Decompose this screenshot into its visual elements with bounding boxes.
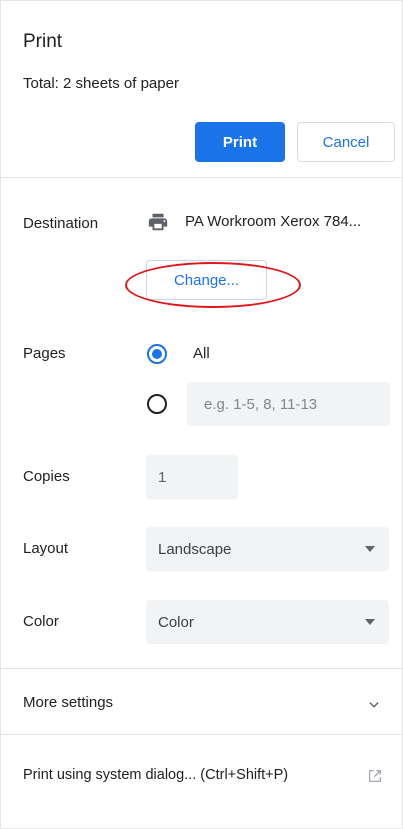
color-value: Color	[158, 613, 194, 631]
change-destination-button[interactable]: Change...	[146, 260, 267, 300]
copies-input[interactable]: 1	[146, 455, 238, 499]
more-settings-toggle[interactable]: More settings	[23, 694, 113, 711]
dropdown-arrow-icon	[365, 546, 375, 552]
print-button[interactable]: Print	[195, 122, 285, 162]
destination-label: Destination	[23, 215, 99, 232]
color-label: Color	[23, 613, 59, 630]
layout-value: Landscape	[158, 540, 232, 558]
open-external-icon[interactable]	[367, 768, 383, 784]
color-select[interactable]: Color	[146, 600, 389, 644]
pages-all-radio[interactable]	[147, 344, 167, 364]
destination-value: PA Workroom Xerox 784...	[185, 213, 362, 230]
copies-label: Copies	[23, 468, 70, 485]
dropdown-arrow-icon	[365, 619, 375, 625]
pages-range-input[interactable]: e.g. 1-5, 8, 11-13	[187, 382, 390, 426]
print-panel: Print Total: 2 sheets of paper Print Can…	[0, 0, 403, 829]
cancel-button[interactable]: Cancel	[297, 122, 395, 162]
chevron-down-icon[interactable]	[367, 698, 381, 712]
pages-all-label: All	[193, 345, 210, 362]
settings-divider	[1, 668, 403, 669]
printer-icon	[148, 213, 168, 231]
layout-select[interactable]: Landscape	[146, 527, 389, 571]
system-dialog-link[interactable]: Print using system dialog... (Ctrl+Shift…	[23, 767, 288, 783]
header-divider	[1, 177, 403, 178]
layout-label: Layout	[23, 540, 69, 557]
page-title: Print	[23, 31, 63, 52]
pages-custom-radio[interactable]	[147, 394, 167, 414]
pages-label: Pages	[23, 345, 66, 362]
more-settings-divider	[1, 734, 403, 735]
sheet-total: Total: 2 sheets of paper	[23, 75, 179, 92]
